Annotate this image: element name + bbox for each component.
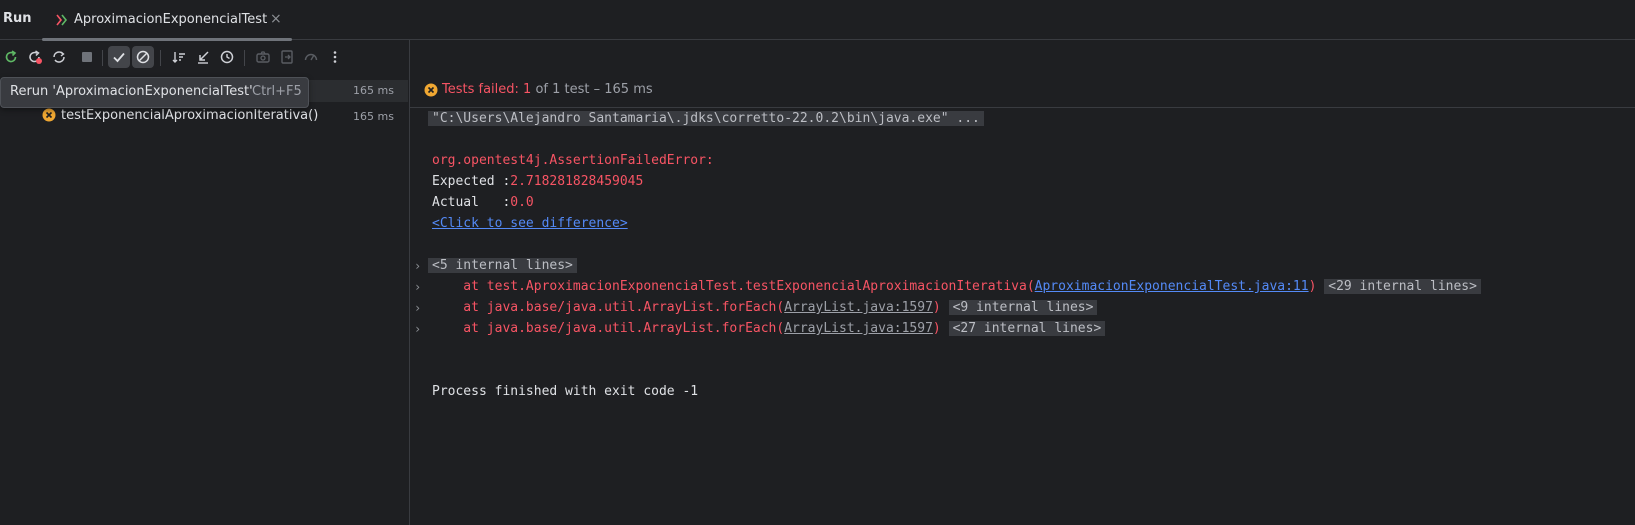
toolbar-separator <box>244 50 245 66</box>
internal-lines-fold[interactable]: <5 internal lines> <box>428 258 577 273</box>
stop-button[interactable] <box>76 46 98 68</box>
console-command-line: "C:\Users\Alejandro Santamaria\.jdks\cor… <box>428 108 984 130</box>
toggle-auto-test-button[interactable] <box>48 46 70 68</box>
screenshot-button[interactable] <box>252 46 274 68</box>
error-class-line: org.opentest4j.AssertionFailedError: <box>432 153 714 168</box>
sort-icon <box>172 52 185 63</box>
tests-failed-label: Tests failed: <box>442 82 519 97</box>
chevron-right-icon[interactable]: › <box>414 297 421 319</box>
trace-prefix: at test.AproximacionExponencialTest.test… <box>432 279 1035 294</box>
export-icon <box>281 50 293 64</box>
actual-label: Actual : <box>432 195 511 210</box>
stop-icon <box>82 52 92 62</box>
tab-title: AproximacionExponencialTest <box>74 12 268 27</box>
show-ignored-button[interactable] <box>132 46 154 68</box>
stack-trace-line-3: at java.base/java.util.ArrayList.forEach… <box>432 318 1106 340</box>
rerun-icon <box>5 50 17 63</box>
show-passed-button[interactable] <box>108 46 130 68</box>
test-method-label: testExponencialAproximacionIterativa() <box>61 108 319 123</box>
source-link[interactable]: ArrayList.java:1597 <box>784 300 933 315</box>
history-button[interactable] <box>216 46 238 68</box>
close-icon[interactable]: × <box>270 11 282 27</box>
chevron-right-icon[interactable]: › <box>414 255 421 277</box>
internal-lines-fold[interactable]: <9 internal lines> <box>948 300 1098 315</box>
java-command[interactable]: "C:\Users\Alejandro Santamaria\.jdks\cor… <box>428 111 984 126</box>
root-duration: 165 ms <box>353 84 394 97</box>
trace-suffix: ) <box>1308 279 1317 294</box>
trace-prefix: at java.base/java.util.ArrayList.forEach… <box>432 300 785 315</box>
run-toolbar <box>0 42 400 74</box>
active-tab-indicator <box>42 38 292 41</box>
console-output[interactable]: "C:\Users\Alejandro Santamaria\.jdks\cor… <box>410 108 1635 525</box>
rerun-failed-button[interactable] <box>24 46 46 68</box>
coverage-button[interactable] <box>300 46 322 68</box>
internal-lines-fold[interactable]: <29 internal lines> <box>1324 279 1481 294</box>
chevron-right-icon[interactable]: › <box>414 276 421 298</box>
show-passed-icon <box>113 52 125 63</box>
screenshot-icon <box>256 51 270 63</box>
coverage-icon <box>304 53 318 61</box>
expected-value: 2.718281828459045 <box>510 174 644 189</box>
trace-suffix: ) <box>932 321 941 336</box>
expected-label: Expected : <box>432 174 511 189</box>
process-finished-line: Process finished with exit code -1 <box>432 384 699 399</box>
export-button[interactable] <box>276 46 298 68</box>
show-ignored-icon <box>136 50 150 64</box>
sort-button[interactable] <box>168 46 190 68</box>
fold-line-1: <5 internal lines> <box>428 255 577 277</box>
test-failed-icon <box>42 108 56 122</box>
error-icon <box>424 83 438 97</box>
toolbar-separator <box>102 50 103 66</box>
click-to-see-difference-link[interactable]: <Click to see difference> <box>432 216 628 231</box>
more-options-button[interactable] <box>324 46 346 68</box>
test-status-bar: Tests failed: 1 of 1 test – 165 ms <box>410 76 1635 108</box>
chevron-right-icon[interactable]: › <box>414 318 421 340</box>
toolbar-separator <box>160 50 161 66</box>
actual-value: 0.0 <box>510 195 534 210</box>
tooltip-text: Rerun 'AproximacionExponencialTest' <box>10 84 253 99</box>
history-icon <box>220 50 234 64</box>
trace-prefix: at java.base/java.util.ArrayList.forEach… <box>432 321 785 336</box>
tooltip-shortcut: Ctrl+F5 <box>252 84 302 99</box>
stack-trace-line-2: at java.base/java.util.ArrayList.forEach… <box>432 297 1098 319</box>
collapse-button[interactable] <box>192 46 214 68</box>
status-text: Tests failed: 1 of 1 test – 165 ms <box>442 82 653 97</box>
expected-line: Expected :2.718281828459045 <box>432 171 643 193</box>
tool-window-header: Run AproximacionExponencialTest × <box>0 0 1635 41</box>
tests-failed-count: 1 <box>523 82 532 97</box>
more-icon <box>333 51 337 63</box>
toggle-auto-test-icon <box>53 51 65 63</box>
source-link[interactable]: AproximacionExponencialTest.java:11 <box>1035 279 1309 294</box>
actual-line: Actual :0.0 <box>432 192 534 214</box>
trace-suffix: ) <box>932 300 941 315</box>
tab-aproximacion-exponencial-test[interactable]: AproximacionExponencialTest × <box>42 0 292 41</box>
diff-line: <Click to see difference> <box>432 213 628 235</box>
internal-lines-fold[interactable]: <27 internal lines> <box>948 321 1106 336</box>
rerun-failed-icon <box>29 50 42 64</box>
collapse-icon <box>198 51 209 64</box>
tests-total-text: of 1 test – 165 ms <box>535 82 653 97</box>
test-method-duration: 165 ms <box>353 110 394 123</box>
run-tool-window-title: Run <box>3 11 32 26</box>
rerun-button[interactable] <box>0 46 22 68</box>
source-link[interactable]: ArrayList.java:1597 <box>784 321 933 336</box>
stack-trace-line-1: at test.AproximacionExponencialTest.test… <box>432 276 1481 298</box>
rerun-tooltip: Rerun 'AproximacionExponencialTest' Ctrl… <box>0 77 309 108</box>
test-class-icon <box>56 14 68 26</box>
